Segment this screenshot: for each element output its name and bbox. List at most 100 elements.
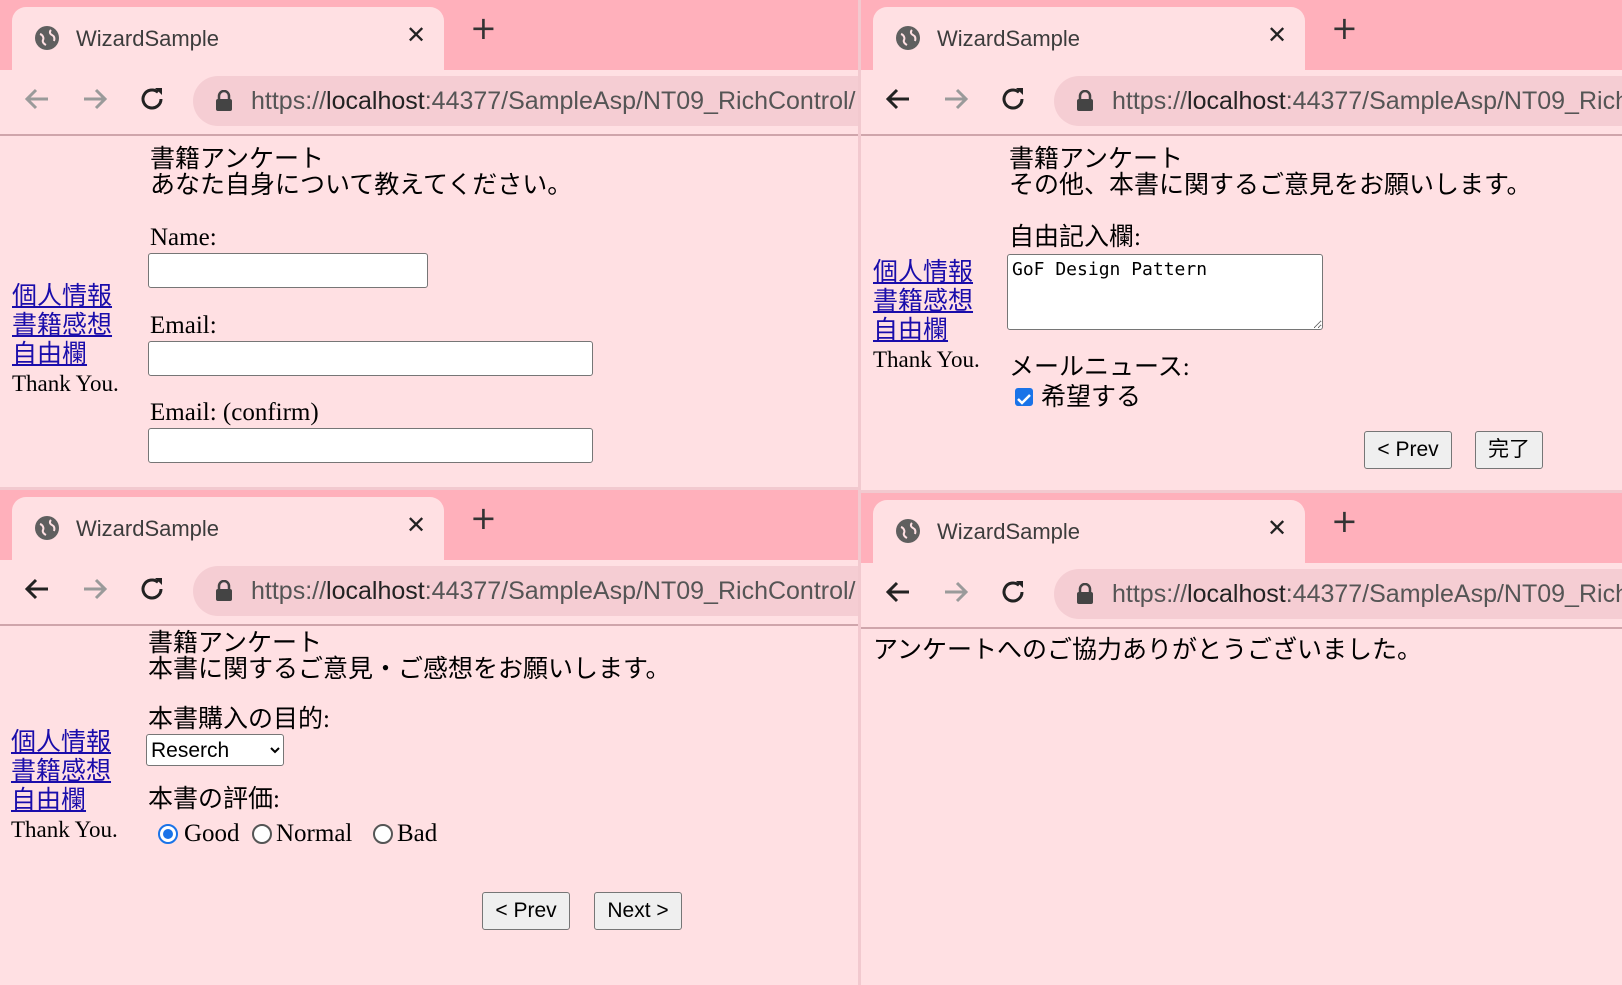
rating-radio-normal[interactable] (252, 824, 272, 844)
rating-radio-good[interactable] (158, 824, 178, 844)
rating-option-bad: Bad (397, 820, 438, 847)
survey-heading: 書籍アンケート (1009, 146, 1184, 173)
close-icon[interactable]: ✕ (1267, 514, 1287, 542)
navigation-bar: https://localhost:44377/SampleAsp/NT09_R… (861, 70, 1622, 136)
forward-arrow-icon[interactable] (941, 84, 971, 114)
tab-title: WizardSample (937, 26, 1081, 51)
step-description: 本書に関するご意見・ご感想をお願いします。 (148, 656, 671, 683)
lock-icon[interactable] (215, 90, 233, 112)
close-icon[interactable]: ✕ (406, 21, 426, 49)
page-content: 個人情報 書籍感想 自由欄 Thank You. 書籍アンケート あなた自身につ… (0, 136, 858, 487)
name-label: Name: (150, 224, 217, 251)
url-text: https://localhost:44377/SampleAsp/NT09_R… (251, 577, 856, 605)
plus-icon[interactable]: + (470, 502, 497, 534)
tab-strip: WizardSample ✕ + (861, 0, 1622, 70)
prev-button[interactable]: < Prev (482, 892, 570, 930)
tab-strip: WizardSample ✕ + (861, 493, 1622, 563)
navigation-bar: https://localhost:44377/SampleAsp/NT09_R… (861, 563, 1622, 629)
email-confirm-field[interactable] (148, 428, 593, 463)
address-bar[interactable]: https://localhost:44377/SampleAsp/NT09_R… (1054, 569, 1622, 619)
browser-tab[interactable]: WizardSample ✕ (873, 7, 1305, 70)
tab-strip: WizardSample ✕ + (0, 0, 858, 70)
page-content: 個人情報 書籍感想 自由欄 Thank You. 書籍アンケート 本書に関するご… (0, 626, 858, 985)
sidebar-link-personal-info[interactable]: 個人情報 (873, 258, 980, 287)
reload-icon[interactable] (137, 574, 167, 604)
tab-title: WizardSample (76, 26, 220, 51)
sidebar-thank-you: Thank You. (12, 371, 119, 396)
lock-icon[interactable] (1076, 583, 1094, 605)
wizard-sidebar: 個人情報 書籍感想 自由欄 Thank You. (12, 282, 119, 398)
email-label: Email: (150, 312, 217, 339)
lock-icon[interactable] (215, 580, 233, 602)
finish-button[interactable]: 完了 (1475, 431, 1543, 469)
browser-tab[interactable]: WizardSample ✕ (12, 497, 444, 560)
globe-icon (35, 26, 59, 50)
tab-strip: WizardSample ✕ + (0, 490, 858, 560)
back-arrow-icon[interactable] (22, 574, 52, 604)
lock-icon[interactable] (1076, 90, 1094, 112)
plus-icon[interactable]: + (1331, 12, 1358, 44)
back-arrow-icon[interactable] (883, 577, 913, 607)
wizard-sidebar: 個人情報 書籍感想 自由欄 Thank You. (873, 258, 980, 374)
close-icon[interactable]: ✕ (1267, 21, 1287, 49)
address-bar[interactable]: https://localhost:44377/SampleAsp/NT09_R… (193, 76, 858, 126)
wizard-sidebar: 個人情報 書籍感想 自由欄 Thank You. (11, 728, 118, 844)
close-icon[interactable]: ✕ (406, 511, 426, 539)
rating-option-good: Good (184, 820, 240, 847)
navigation-bar: https://localhost:44377/SampleAsp/NT09_R… (0, 560, 858, 626)
sidebar-thank-you: Thank You. (11, 817, 118, 842)
reload-icon[interactable] (998, 84, 1028, 114)
tab-title: WizardSample (76, 516, 220, 541)
sidebar-link-book-review[interactable]: 書籍感想 (873, 287, 980, 316)
url-text: https://localhost:44377/SampleAsp/NT09_R… (1112, 580, 1622, 608)
forward-arrow-icon[interactable] (80, 84, 110, 114)
thank-you-message: アンケートへのご協力ありがとうございました。 (873, 637, 1423, 664)
rating-option-normal: Normal (276, 820, 353, 847)
email-field[interactable] (148, 341, 593, 376)
browser-window-step1: WizardSample ✕ + https://localhost:44377… (0, 0, 858, 487)
name-field[interactable] (148, 253, 428, 288)
forward-arrow-icon[interactable] (941, 577, 971, 607)
page-content: 個人情報 書籍感想 自由欄 Thank You. 書籍アンケート その他、本書に… (861, 136, 1622, 490)
sidebar-link-book-review[interactable]: 書籍感想 (11, 757, 118, 786)
reload-icon[interactable] (998, 577, 1028, 607)
browser-window-step2: WizardSample ✕ + https://localhost:44377… (0, 490, 858, 985)
reload-icon[interactable] (137, 84, 167, 114)
url-text: https://localhost:44377/SampleAsp/NT09_R… (1112, 87, 1622, 115)
browser-tab[interactable]: WizardSample ✕ (873, 500, 1305, 563)
url-text: https://localhost:44377/SampleAsp/NT09_R… (251, 87, 856, 115)
free-comment-textarea[interactable]: GoF Design Pattern (1007, 254, 1323, 330)
tab-title: WizardSample (937, 519, 1081, 544)
sidebar-link-personal-info[interactable]: 個人情報 (11, 728, 118, 757)
browser-window-finish: WizardSample ✕ + https://localhost:44377… (861, 493, 1622, 985)
next-button[interactable]: Next > (594, 892, 682, 930)
sidebar-link-free-comment[interactable]: 自由欄 (873, 316, 980, 345)
globe-icon (35, 516, 59, 540)
sidebar-thank-you: Thank You. (873, 347, 980, 372)
rating-label: 本書の評価: (148, 786, 280, 813)
step-description: あなた自身について教えてください。 (150, 172, 573, 199)
browser-tab[interactable]: WizardSample ✕ (12, 7, 444, 70)
purpose-label: 本書購入の目的: (148, 706, 330, 733)
prev-button[interactable]: < Prev (1364, 431, 1452, 469)
plus-icon[interactable]: + (470, 12, 497, 44)
address-bar[interactable]: https://localhost:44377/SampleAsp/NT09_R… (1054, 76, 1622, 126)
plus-icon[interactable]: + (1331, 505, 1358, 537)
purpose-select[interactable]: Reserch (146, 734, 284, 766)
sidebar-link-free-comment[interactable]: 自由欄 (12, 340, 119, 369)
sidebar-link-free-comment[interactable]: 自由欄 (11, 786, 118, 815)
checkmark-icon (1017, 394, 1031, 405)
sidebar-link-book-review[interactable]: 書籍感想 (12, 311, 119, 340)
sidebar-link-personal-info[interactable]: 個人情報 (12, 282, 119, 311)
forward-arrow-icon[interactable] (80, 574, 110, 604)
back-arrow-icon[interactable] (22, 84, 52, 114)
survey-heading: 書籍アンケート (148, 630, 323, 657)
step-description: その他、本書に関するご意見をお願いします。 (1009, 172, 1532, 199)
browser-window-step3: WizardSample ✕ + https://localhost:44377… (861, 0, 1622, 490)
back-arrow-icon[interactable] (883, 84, 913, 114)
globe-icon (896, 26, 920, 50)
mail-news-label: メールニュース: (1009, 354, 1190, 381)
mail-news-checkbox[interactable] (1015, 388, 1033, 406)
rating-radio-bad[interactable] (373, 824, 393, 844)
address-bar[interactable]: https://localhost:44377/SampleAsp/NT09_R… (193, 566, 858, 616)
